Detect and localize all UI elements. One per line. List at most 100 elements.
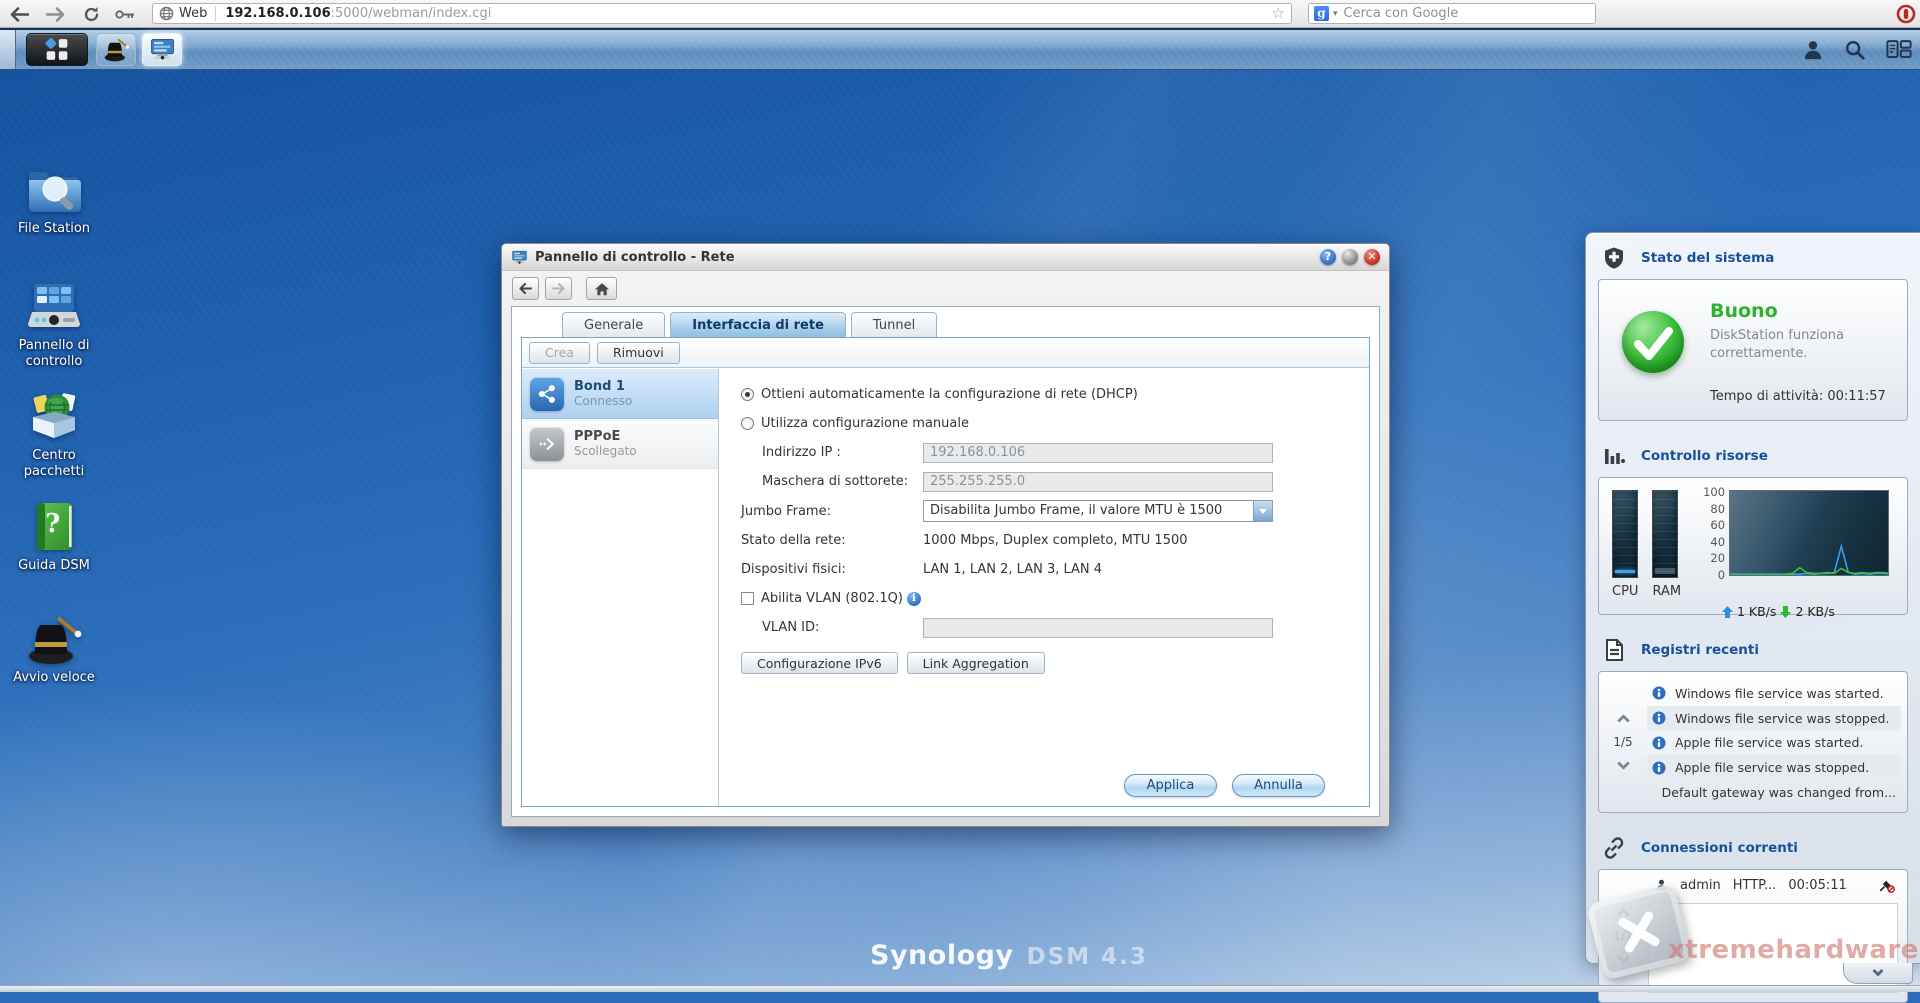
search-engine-caret-icon[interactable]: ▾: [1333, 9, 1338, 19]
nav-back-button[interactable]: [512, 277, 539, 300]
url-text[interactable]: 192.168.0.106:5000/webman/index.cgi: [225, 6, 491, 21]
widget-title: Connessioni correnti: [1641, 840, 1798, 856]
widget-panel-collapse-tab[interactable]: [1843, 963, 1913, 984]
taskbar-quick-start-button[interactable]: [96, 33, 136, 66]
interface-name: Bond 1: [574, 379, 632, 395]
download-speed: 2 KB/s: [1795, 604, 1834, 619]
log-row[interactable]: Default gateway was changed from...: [1647, 780, 1901, 805]
log-text: Default gateway was changed from...: [1662, 785, 1896, 800]
manual-config-radio[interactable]: [741, 417, 754, 430]
interface-item-bond1[interactable]: Bond 1 Connesso: [522, 369, 718, 419]
nav-forward-button: [545, 277, 572, 300]
desktop-icon-label: Pannello di controllo: [2, 338, 106, 371]
system-status-description: DiskStation funziona correttamente.: [1710, 327, 1895, 362]
connection-protocol: HTTP...: [1733, 878, 1777, 893]
window-nav-bar: [502, 271, 1389, 306]
search-icon[interactable]: [1844, 39, 1866, 61]
user-menu-icon[interactable]: [1802, 39, 1824, 61]
taskbar-control-panel-button[interactable]: [142, 33, 182, 66]
browser-back-button[interactable]: [6, 2, 32, 26]
widgets-panel-icon[interactable]: [1886, 39, 1912, 61]
desktop-icon-label: Centro pacchetti: [2, 448, 106, 481]
browser-key-icon[interactable]: [112, 2, 138, 26]
site-identity-chip[interactable]: Web: [159, 6, 215, 21]
desktop-icon-label: Guida DSM: [2, 558, 106, 574]
interface-item-pppoe[interactable]: PPPoE Scollegato: [522, 419, 718, 469]
ram-label: RAM: [1652, 584, 1681, 599]
upload-arrow-icon: [1722, 606, 1733, 618]
window-titlebar[interactable]: Pannello di controllo - Rete ? ✕: [502, 244, 1389, 271]
jumbo-frame-select[interactable]: Disabilita Jumbo Frame, il valore MTU è …: [923, 500, 1273, 522]
google-icon[interactable]: g: [1314, 6, 1329, 21]
cancel-button[interactable]: Annulla: [1232, 774, 1325, 797]
desktop-icon-control-panel[interactable]: Pannello di controllo: [2, 280, 106, 371]
dsm-watermark: Synology DSM 4.3: [870, 940, 1148, 971]
dhcp-radio-label: Ottieni automaticamente la configurazion…: [761, 387, 1138, 402]
package-center-icon: [25, 390, 83, 444]
apply-button[interactable]: Applica: [1124, 774, 1217, 797]
info-icon: [1652, 786, 1653, 800]
browser-forward-button[interactable]: [42, 2, 68, 26]
show-desktop-button[interactable]: [0, 30, 16, 69]
window-close-button[interactable]: ✕: [1364, 249, 1380, 265]
disconnect-icon[interactable]: [1878, 877, 1895, 893]
widget-title: Registri recenti: [1641, 642, 1759, 658]
tab-tunnel[interactable]: Tunnel: [851, 312, 937, 338]
window-help-button[interactable]: ?: [1320, 249, 1336, 265]
url-separator: [215, 6, 216, 21]
connection-row[interactable]: admin HTTP... 00:05:11: [1655, 877, 1895, 893]
main-menu-button[interactable]: [26, 33, 88, 66]
resource-monitor-box[interactable]: CPU RAM 100806040200 1 KB/s 2 KB/s: [1598, 477, 1908, 615]
chevron-down-icon: [1259, 509, 1267, 518]
browser-reload-button[interactable]: [78, 2, 104, 26]
search-input[interactable]: [1342, 5, 1590, 22]
log-row[interactable]: Windows file service was stopped.: [1647, 706, 1901, 731]
physical-devices-value: LAN 1, LAN 2, LAN 3, LAN 4: [923, 562, 1102, 577]
interface-list: Bond 1 Connesso PPPoE Scollegato: [522, 369, 719, 806]
nav-home-button[interactable]: [586, 277, 617, 300]
recent-logs-header: Registri recenti: [1586, 625, 1920, 669]
vlan-info-icon[interactable]: i: [907, 592, 921, 606]
dsm-version-text: DSM 4.3: [1027, 944, 1148, 970]
pager-down-button[interactable]: [1617, 757, 1630, 770]
desktop-icon-package-center[interactable]: Centro pacchetti: [2, 390, 106, 481]
bookmark-star-icon[interactable]: ☆: [1272, 6, 1285, 21]
extension-icon[interactable]: [1896, 4, 1916, 24]
graph-plot-area: [1729, 490, 1889, 576]
file-station-icon: [25, 163, 83, 217]
link-aggregation-button[interactable]: Link Aggregation: [907, 652, 1045, 674]
log-row[interactable]: Windows file service was started.: [1647, 681, 1901, 706]
shield-icon: [1602, 246, 1626, 270]
dsm-taskbar: [0, 28, 1920, 70]
log-row[interactable]: Apple file service was stopped.: [1647, 755, 1901, 780]
enable-vlan-checkbox[interactable]: [741, 592, 754, 605]
browser-address-bar[interactable]: Web 192.168.0.106:5000/webman/index.cgi …: [152, 3, 1292, 24]
desktop-icon-file-station[interactable]: File Station: [2, 163, 106, 237]
control-panel-icon: [149, 36, 176, 63]
dhcp-radio[interactable]: [741, 388, 754, 401]
browser-search-box[interactable]: g ▾: [1308, 3, 1596, 24]
magic-hat-icon: [103, 36, 130, 63]
log-row[interactable]: Apple file service was started.: [1647, 731, 1901, 756]
control-panel-content: Generale Interfaccia di rete Tunnel Crea…: [511, 306, 1380, 817]
log-rows: Windows file service was started. Window…: [1647, 681, 1901, 805]
site-identity-label: Web: [179, 6, 207, 21]
subnet-mask-label: Maschera di sottorete:: [741, 474, 923, 489]
ip-address-field: [923, 443, 1273, 463]
pager-up-button[interactable]: [1617, 714, 1630, 727]
tab-general[interactable]: Generale: [562, 312, 665, 338]
remove-button[interactable]: Rimuovi: [597, 342, 680, 364]
tab-network-interface[interactable]: Interfaccia di rete: [670, 312, 846, 338]
subnet-mask-field: [923, 472, 1273, 492]
download-arrow-icon: [1780, 606, 1791, 618]
desktop-icon-quick-start[interactable]: Avvio veloce: [2, 612, 106, 686]
select-dropdown-button[interactable]: [1253, 501, 1272, 521]
desktop-icon-dsm-help[interactable]: ? Guida DSM: [2, 500, 106, 574]
uptime-text: Tempo di attività: 00:11:57: [1710, 389, 1886, 404]
synology-logo-text: Synology: [870, 940, 1014, 971]
ipv6-setup-button[interactable]: Configurazione IPv6: [741, 652, 898, 674]
desktop-icon-label: File Station: [2, 221, 106, 237]
question-mark-glyph: ?: [45, 509, 60, 539]
window-minimize-button[interactable]: [1342, 249, 1358, 265]
system-status-header: Stato del sistema: [1586, 233, 1920, 277]
